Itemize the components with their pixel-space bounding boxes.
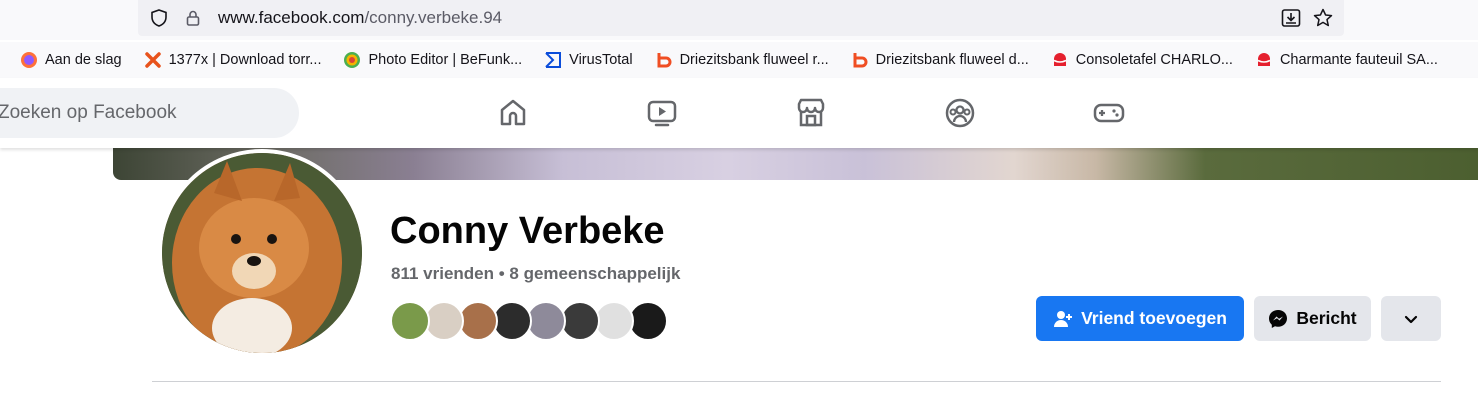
chevron-down-icon xyxy=(1404,315,1418,323)
more-options-button[interactable] xyxy=(1381,296,1441,341)
friends-count[interactable]: 811 vrienden • 8 gemeenschappelijk xyxy=(391,264,680,284)
mutual-friend-avatar[interactable] xyxy=(526,301,566,341)
bookmark-label: Aan de slag xyxy=(45,52,122,68)
home-icon[interactable] xyxy=(438,78,587,148)
b-icon xyxy=(851,51,869,69)
lock-icon[interactable] xyxy=(182,7,204,29)
save-page-icon[interactable] xyxy=(1280,7,1302,34)
b-icon xyxy=(655,51,673,69)
mutual-friend-avatar[interactable] xyxy=(594,301,634,341)
add-friend-icon xyxy=(1054,310,1073,327)
add-friend-button[interactable]: Vriend toevoegen xyxy=(1036,296,1244,341)
firefox-icon xyxy=(20,51,38,69)
bookmark-item[interactable]: 1377x | Download torr... xyxy=(144,51,322,69)
mutual-friend-avatar[interactable] xyxy=(424,301,464,341)
shop-icon xyxy=(1051,51,1069,69)
bookmark-item[interactable]: Charmante fauteuil SA... xyxy=(1255,51,1438,69)
shop-icon xyxy=(1255,51,1273,69)
bookmark-label: 1377x | Download torr... xyxy=(168,52,322,68)
mutual-friend-avatar[interactable] xyxy=(560,301,600,341)
bookmark-label: VirusTotal xyxy=(569,52,633,68)
url-bar[interactable]: www.facebook.com/conny.verbeke.94 xyxy=(138,0,1344,36)
befunky-icon xyxy=(343,51,361,69)
add-friend-label: Vriend toevoegen xyxy=(1081,308,1227,328)
mutual-friend-avatar[interactable] xyxy=(628,301,668,341)
bookmark-item[interactable]: Consoletafel CHARLO... xyxy=(1051,51,1233,69)
bookmark-item[interactable]: VirusTotal xyxy=(544,51,633,69)
message-button[interactable]: Bericht xyxy=(1254,296,1371,341)
divider xyxy=(152,381,1441,382)
bookmark-item[interactable]: Photo Editor | BeFunk... xyxy=(343,51,522,69)
gaming-icon[interactable] xyxy=(1034,78,1183,148)
bookmark-item[interactable]: Aan de slag xyxy=(20,51,122,69)
url-path: /conny.verbeke.94 xyxy=(364,8,503,27)
dog-photo xyxy=(162,153,362,353)
main-navigation xyxy=(438,78,1183,148)
mutual-friend-avatar[interactable] xyxy=(458,301,498,341)
bookmark-label: Consoletafel CHARLO... xyxy=(1075,52,1233,68)
bookmark-item[interactable]: Driezitsbank fluweel d... xyxy=(851,51,1029,69)
shield-icon[interactable] xyxy=(148,7,170,29)
bookmark-item[interactable]: Driezitsbank fluweel r... xyxy=(655,51,829,69)
bookmarks-bar: Aan de slag 1377x | Download torr... Pho… xyxy=(0,42,1478,78)
bookmark-label: Driezitsbank fluweel r... xyxy=(679,52,829,68)
url-domain: www.facebook.com xyxy=(218,8,365,27)
bookmark-label: Photo Editor | BeFunk... xyxy=(368,52,523,68)
search-input[interactable]: Zoeken op Facebook xyxy=(0,88,299,138)
mutual-friends-avatars xyxy=(390,301,668,341)
marketplace-icon[interactable] xyxy=(736,78,885,148)
bookmark-star-icon[interactable] xyxy=(1312,7,1334,34)
search-placeholder: Zoeken op Facebook xyxy=(0,102,177,123)
facebook-header: Zoeken op Facebook xyxy=(0,78,1478,148)
bookmark-label: Driezitsbank fluweel d... xyxy=(875,52,1029,68)
mutual-friend-avatar[interactable] xyxy=(492,301,532,341)
bookmark-label: Charmante fauteuil SA... xyxy=(1279,52,1438,68)
virustotal-icon xyxy=(544,51,562,69)
groups-icon[interactable] xyxy=(885,78,1034,148)
watch-icon[interactable] xyxy=(587,78,736,148)
profile-picture[interactable] xyxy=(158,149,366,357)
profile-name: Conny Verbeke xyxy=(390,210,665,252)
x-icon xyxy=(144,51,162,69)
messenger-icon xyxy=(1269,309,1288,328)
url-text[interactable]: www.facebook.com/conny.verbeke.94 xyxy=(218,8,502,28)
message-label: Bericht xyxy=(1296,308,1357,328)
mutual-friend-avatar[interactable] xyxy=(390,301,430,341)
